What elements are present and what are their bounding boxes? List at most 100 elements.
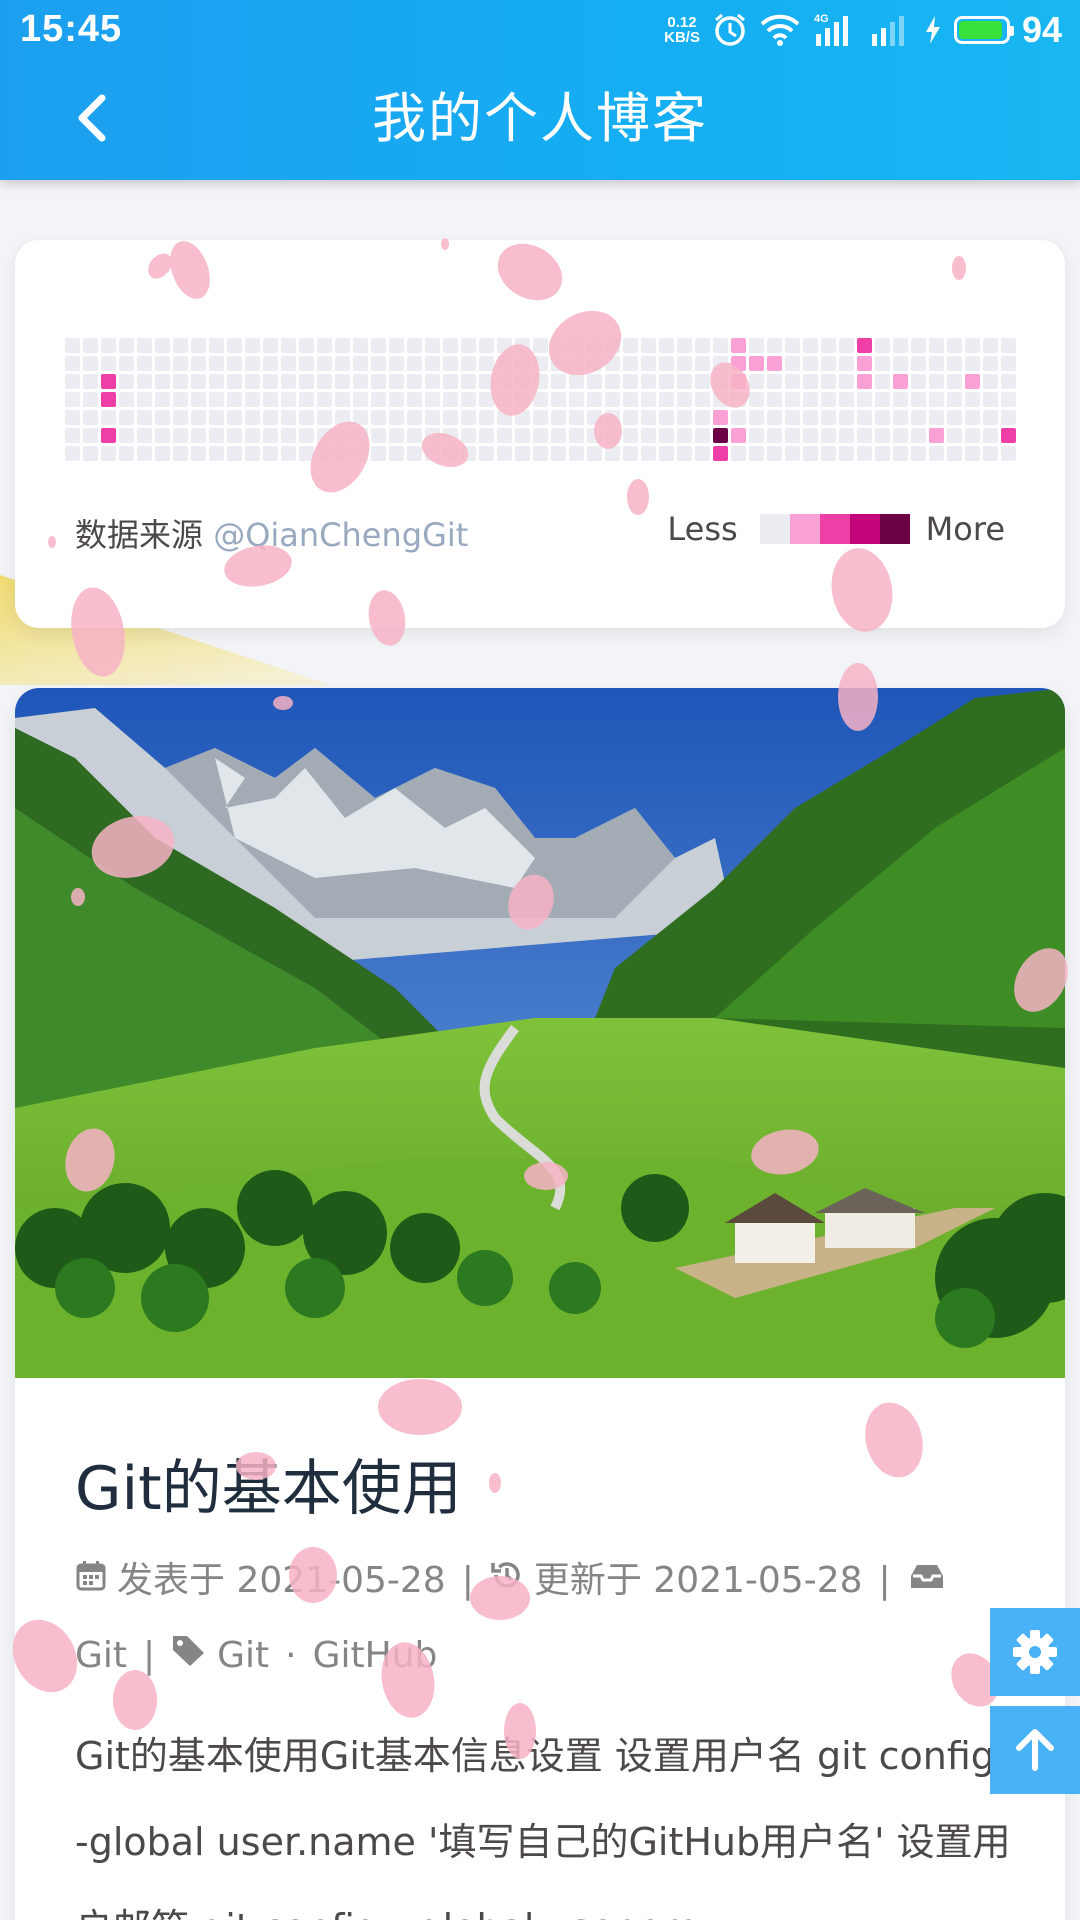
contribution-day: [893, 392, 908, 407]
contribution-day: [587, 392, 602, 407]
contribution-day: [425, 428, 440, 443]
contribution-day: [497, 374, 512, 389]
tag-link[interactable]: Git: [217, 1635, 269, 1676]
contribution-day: [65, 356, 80, 371]
contribution-day: [749, 374, 764, 389]
contribution-day: [155, 374, 170, 389]
contribution-day: [731, 392, 746, 407]
data-source: 数据来源 @QianChengGit: [75, 516, 469, 554]
contribution-day: [695, 446, 710, 461]
contribution-day: [137, 338, 152, 353]
contribution-day: [821, 338, 836, 353]
contribution-day: [119, 338, 134, 353]
contribution-day: [281, 338, 296, 353]
contribution-day: [191, 446, 206, 461]
contribution-day: [803, 446, 818, 461]
contribution-day: [605, 392, 620, 407]
contribution-day: [551, 392, 566, 407]
contribution-day: [875, 338, 890, 353]
contribution-day: [443, 374, 458, 389]
contribution-day: [245, 356, 260, 371]
tag-link[interactable]: GitHub: [313, 1635, 438, 1676]
contribution-day: [587, 410, 602, 425]
contribution-day: [461, 374, 476, 389]
contribution-day: [659, 374, 674, 389]
meta-separator: |: [461, 1560, 474, 1601]
contribution-day: [1001, 338, 1016, 353]
contribution-day: [425, 338, 440, 353]
contribution-day: [983, 392, 998, 407]
contribution-day: [245, 392, 260, 407]
contribution-day: [407, 446, 422, 461]
contribution-day: [353, 410, 368, 425]
contribution-day: [749, 356, 764, 371]
contribution-day: [767, 356, 782, 371]
post-cover-image[interactable]: [15, 688, 1065, 1378]
contribution-day: [785, 392, 800, 407]
contribution-day: [677, 356, 692, 371]
contribution-day: [569, 356, 584, 371]
contribution-day: [839, 428, 854, 443]
contribution-day: [659, 356, 674, 371]
contribution-day: [479, 392, 494, 407]
contribution-day: [407, 392, 422, 407]
contribution-day: [479, 374, 494, 389]
contribution-day: [875, 374, 890, 389]
contribution-day: [965, 356, 980, 371]
contribution-day: [929, 356, 944, 371]
contribution-day: [569, 446, 584, 461]
contribution-day: [821, 410, 836, 425]
contribution-day: [533, 428, 548, 443]
settings-button[interactable]: [990, 1608, 1080, 1696]
contribution-day: [641, 374, 656, 389]
contribution-day: [569, 338, 584, 353]
contribution-day: [965, 374, 980, 389]
category-link[interactable]: Git: [75, 1635, 127, 1676]
wifi-icon: [760, 14, 800, 46]
legend-swatches: [759, 514, 910, 544]
contribution-day: [893, 428, 908, 443]
contribution-day: [587, 428, 602, 443]
net-speed: 0.12 KB/S: [664, 14, 700, 46]
contribution-day: [875, 446, 890, 461]
contribution-day: [749, 428, 764, 443]
post-title[interactable]: Git的基本使用: [75, 1440, 462, 1527]
contribution-day: [875, 428, 890, 443]
contribution-day: [713, 410, 728, 425]
contribution-day: [479, 446, 494, 461]
meta-separator: |: [143, 1635, 156, 1676]
charging-icon: [924, 15, 942, 45]
contribution-day: [281, 410, 296, 425]
signal-4g-icon: 4G: [812, 12, 856, 48]
contribution-day: [119, 392, 134, 407]
contribution-day: [857, 410, 872, 425]
contribution-day: [551, 356, 566, 371]
contribution-day: [263, 338, 278, 353]
legend-more: More: [925, 510, 1005, 548]
contribution-day: [65, 446, 80, 461]
contribution-day: [191, 392, 206, 407]
contribution-day: [695, 356, 710, 371]
contribution-day: [191, 428, 206, 443]
contribution-day: [623, 338, 638, 353]
back-to-top-button[interactable]: [990, 1706, 1080, 1794]
contribution-day: [515, 392, 530, 407]
contribution-day: [821, 392, 836, 407]
contribution-day: [839, 338, 854, 353]
contribution-day: [947, 428, 962, 443]
source-user-link[interactable]: @QianChengGit: [213, 516, 468, 554]
calendar-icon: [75, 1544, 107, 1618]
contribution-day: [335, 446, 350, 461]
contribution-day: [623, 410, 638, 425]
contribution-day: [749, 392, 764, 407]
contribution-day: [317, 374, 332, 389]
contribution-day: [353, 356, 368, 371]
contribution-day: [263, 392, 278, 407]
contribution-day: [569, 428, 584, 443]
contribution-day: [731, 338, 746, 353]
contribution-day: [245, 410, 260, 425]
post-card[interactable]: Git的基本使用 发表于 2021-05-28 | 更新于 2021-05-28 |…: [15, 688, 1065, 1920]
contribution-day: [1001, 428, 1016, 443]
contribution-day: [101, 428, 116, 443]
contribution-day: [461, 392, 476, 407]
